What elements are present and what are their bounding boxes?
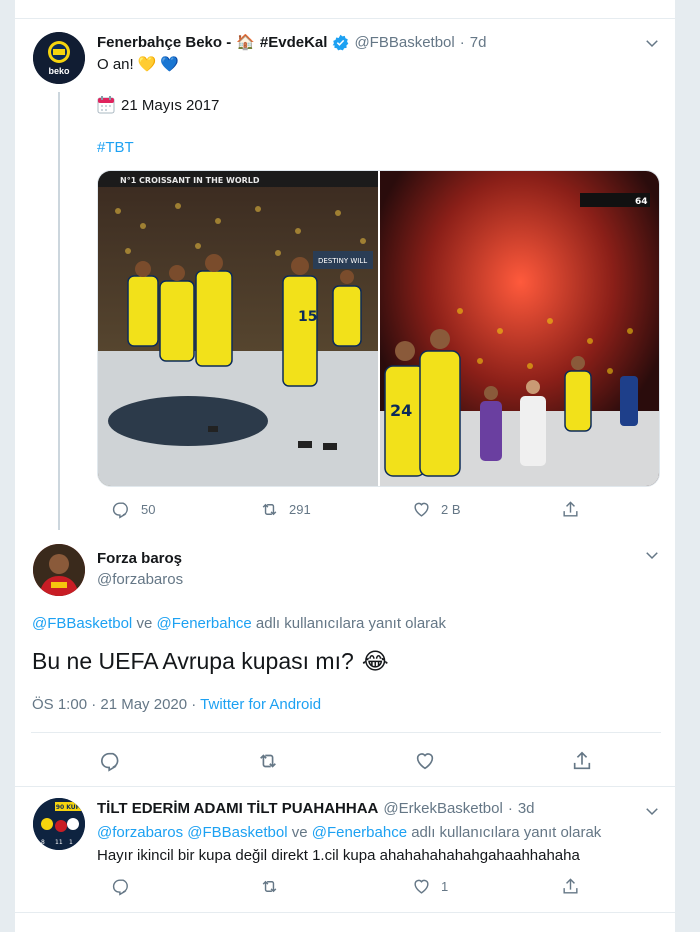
calendar-icon: [97, 96, 115, 114]
display-name[interactable]: Fenerbahçe Beko -: [97, 34, 231, 51]
user-avatar-icon: 90 KUPA 8 11 1: [33, 798, 85, 850]
retweet-count: 291: [289, 502, 311, 517]
tweet-header: Fenerbahçe Beko - 🏠 #EvdeKal @FBBasketbo…: [97, 33, 487, 52]
svg-text:1: 1: [69, 839, 73, 846]
display-name[interactable]: TİLT EDERİM ADAMI TİLT PUAHAHHAA: [97, 800, 378, 817]
chevron-down-icon[interactable]: [643, 802, 661, 820]
svg-text:24: 24: [390, 401, 412, 420]
retweet-action[interactable]: [257, 750, 279, 772]
like-count: 2 B: [441, 502, 461, 517]
tweet-text-body: Bu ne UEFA Avrupa kupası mı?: [32, 648, 354, 674]
like-count: 1: [441, 879, 449, 894]
timestamp[interactable]: 7d: [470, 34, 487, 51]
timestamp[interactable]: 3d: [518, 800, 535, 817]
display-name[interactable]: Forza baroş: [97, 550, 182, 567]
tweet-datetime[interactable]: ÖS 1:00 · 21 May 2020 ·: [32, 696, 200, 713]
laughing-emoji: 😂: [361, 648, 389, 674]
reply-icon: [101, 752, 119, 772]
fenerbahce-logo-icon: beko: [33, 32, 85, 84]
avatar[interactable]: beko: [33, 32, 85, 84]
date-text: 21 Mayıs 2017: [121, 96, 220, 114]
share-action[interactable]: [571, 750, 593, 772]
client-link[interactable]: Twitter for Android: [200, 696, 321, 713]
yellow-heart-emoji: 💛: [137, 56, 157, 73]
reply-icon: [112, 502, 128, 519]
tweet-text-body: O an!: [97, 55, 134, 73]
avatar[interactable]: [33, 544, 85, 596]
divider: [15, 912, 675, 913]
chevron-down-icon[interactable]: [643, 546, 661, 564]
reply-context-text: ve: [132, 615, 157, 632]
mention-link[interactable]: @Fenerbahce: [312, 824, 407, 841]
tweet-text: O an! 💛 💙: [97, 55, 180, 74]
tweet-text: Bu ne UEFA Avrupa kupası mı? 😂: [32, 648, 389, 675]
divider: [15, 18, 675, 19]
heart-icon: [414, 879, 429, 894]
tweet-photo-2[interactable]: 64 24: [380, 171, 659, 486]
celebration-photo-right: 64 24: [380, 171, 659, 486]
tweet-header: TİLT EDERİM ADAMI TİLT PUAHAHHAA @ErkekB…: [97, 800, 535, 817]
verified-badge-icon: [333, 34, 349, 50]
reply-action[interactable]: 50: [112, 500, 155, 519]
divider: [31, 732, 661, 733]
celebration-photo-left: N°1 CROISSANT IN THE WORLD DESTINY WILL: [98, 171, 378, 486]
media-grid: N°1 CROISSANT IN THE WORLD DESTINY WILL: [97, 170, 660, 487]
timeline-column: beko Fenerbahçe Beko - 🏠 #EvdeKal @FBBas…: [14, 0, 676, 932]
handle[interactable]: @forzabaros: [97, 571, 183, 588]
hashtag-link[interactable]: #TBT: [97, 139, 134, 156]
blue-heart-emoji: 💙: [160, 56, 180, 73]
retweet-action[interactable]: [260, 877, 279, 896]
tweet-meta: ÖS 1:00 · 21 May 2020 · Twitter for Andr…: [32, 696, 321, 713]
retweet-action[interactable]: 291: [260, 500, 311, 519]
reply-icon: [112, 879, 128, 896]
reply-context-text: adlı kullanıcılara yanıt olarak: [407, 824, 602, 841]
share-action[interactable]: [561, 877, 580, 896]
share-icon: [573, 751, 591, 770]
like-action[interactable]: 2 B: [412, 500, 461, 519]
share-icon: [563, 501, 578, 517]
retweet-icon: [260, 754, 276, 768]
reply-context-text: adlı kullanıcılara yanıt olarak: [251, 615, 447, 632]
svg-text:8: 8: [41, 839, 45, 846]
user-avatar-icon: [33, 544, 85, 596]
tweet-text-body: Hayır ikincil bir kupa değil direkt 1.ci…: [97, 847, 580, 864]
reply-action[interactable]: [100, 750, 122, 772]
tweet-photo-1[interactable]: N°1 CROISSANT IN THE WORLD DESTINY WILL: [98, 171, 378, 486]
handle[interactable]: @ErkekBasketbol: [383, 800, 502, 817]
svg-text:beko: beko: [48, 66, 70, 76]
chevron-down-icon[interactable]: [643, 34, 661, 52]
svg-text:15: 15: [298, 309, 317, 325]
photo-sign-text: DESTINY WILL: [318, 257, 367, 265]
reply-count: 50: [141, 502, 156, 517]
divider: [15, 786, 675, 787]
scoreboard-text: 64: [635, 197, 648, 207]
display-name-hashtag[interactable]: #EvdeKal: [260, 34, 328, 51]
avatar-text: 90 KUPA: [56, 804, 85, 811]
svg-text:11: 11: [55, 839, 63, 846]
heart-icon: [414, 502, 429, 517]
thread-line: [58, 92, 60, 530]
photo-banner-text: N°1 CROISSANT IN THE WORLD: [120, 176, 260, 185]
heart-icon: [416, 753, 434, 770]
handle[interactable]: @FBBasketbol: [354, 34, 454, 51]
date-line: 21 Mayıs 2017: [97, 96, 219, 114]
avatar[interactable]: 90 KUPA 8 11 1: [33, 798, 85, 850]
mention-link[interactable]: @FBBasketbol: [32, 615, 132, 632]
reply-action[interactable]: [112, 877, 131, 896]
retweet-icon: [262, 880, 277, 893]
mention-link[interactable]: @FBBasketbol: [187, 824, 287, 841]
like-action[interactable]: [414, 750, 436, 772]
share-icon: [563, 878, 578, 894]
like-action[interactable]: 1: [412, 877, 448, 896]
reply-context: @FBBasketbol ve @Fenerbahce adlı kullanı…: [32, 615, 446, 632]
mention-link[interactable]: @Fenerbahce: [156, 615, 251, 632]
reply-context-text: ve: [287, 824, 312, 841]
house-emoji: 🏠: [236, 34, 255, 51]
reply-context: @forzabaros @FBBasketbol ve @Fenerbahce …: [97, 824, 601, 841]
share-action[interactable]: [561, 500, 580, 519]
retweet-icon: [262, 503, 277, 516]
mention-link[interactable]: @forzabaros: [97, 824, 183, 841]
